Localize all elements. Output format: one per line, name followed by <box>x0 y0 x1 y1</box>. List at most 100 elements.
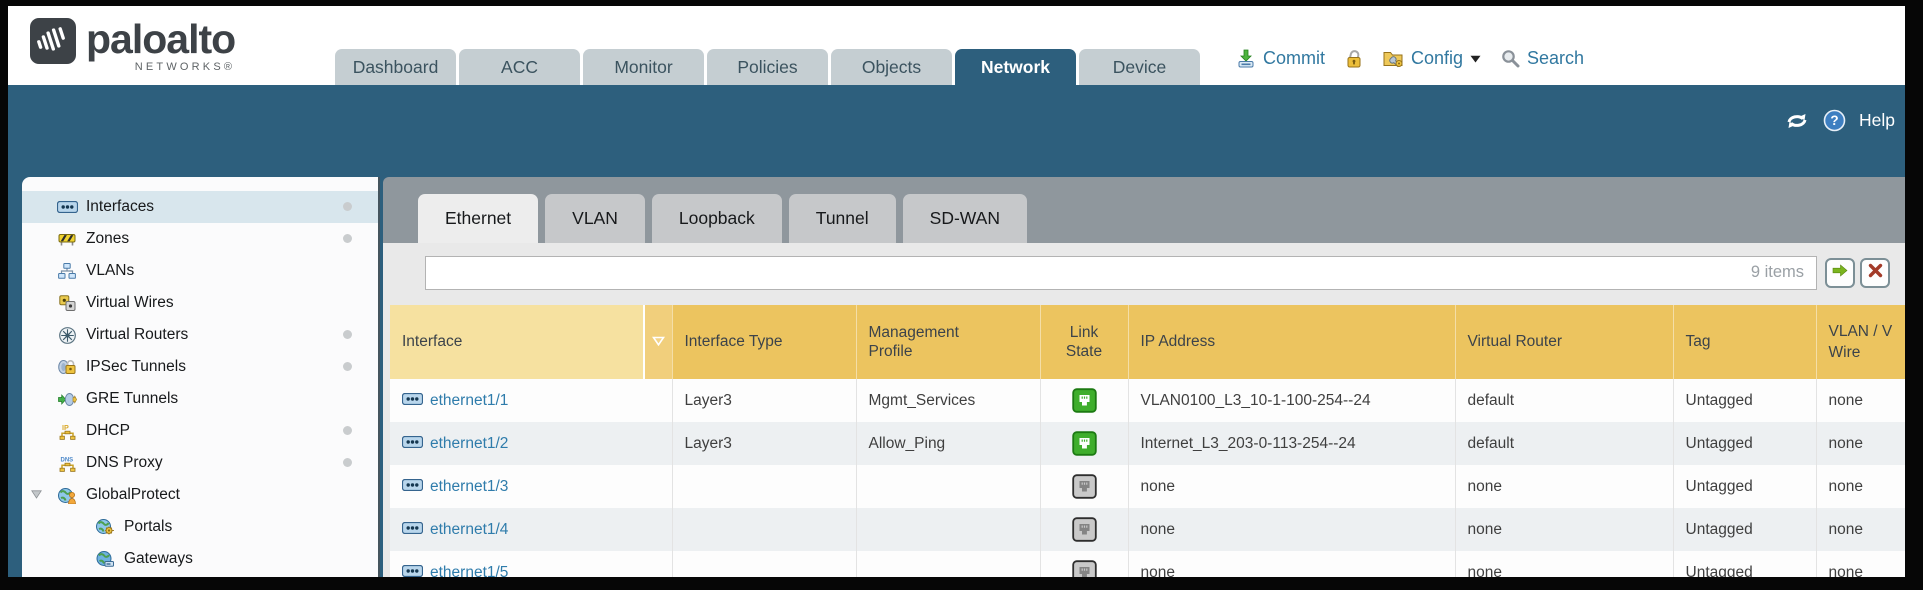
interface-link[interactable]: ethernet1/1 <box>430 392 508 410</box>
commit-button[interactable]: Commit <box>1263 48 1325 69</box>
ip-address-cell: Internet_L3_203-0-113-254--24 <box>1128 422 1455 465</box>
sidebar-item-interfaces[interactable]: Interfaces <box>22 191 378 223</box>
caret-down-icon[interactable] <box>1470 55 1481 63</box>
clear-filter-button[interactable] <box>1860 258 1890 288</box>
interface-type-cell <box>672 465 856 508</box>
content-area: 9 items Interface Interface Type M <box>383 243 1905 577</box>
tab-monitor[interactable]: Monitor <box>583 49 704 85</box>
sort-dropdown-cell[interactable] <box>644 305 672 379</box>
management-profile-cell <box>856 551 1040 577</box>
subtab-sd-wan[interactable]: SD-WAN <box>903 194 1027 243</box>
link-down-icon <box>1072 517 1097 542</box>
item-dot <box>343 234 352 243</box>
paloalto-logo: paloalto NETWORKS® <box>30 18 235 73</box>
sidebar-item-gateways[interactable]: Gateways <box>22 543 378 575</box>
tab-device[interactable]: Device <box>1079 49 1200 85</box>
config-icon[interactable] <box>1383 49 1404 68</box>
column-header-ip-address[interactable]: IP Address <box>1128 305 1455 379</box>
item-dot <box>343 330 352 339</box>
link-up-icon <box>1072 431 1097 456</box>
column-header-interface[interactable]: Interface <box>390 305 644 379</box>
tab-policies[interactable]: Policies <box>707 49 828 85</box>
sidebar-item-label: VLANs <box>86 262 134 280</box>
svg-text:IP: IP <box>62 423 69 432</box>
go-arrow-icon <box>1832 264 1848 282</box>
link-down-icon <box>1072 560 1097 577</box>
subtab-tunnel[interactable]: Tunnel <box>789 194 896 243</box>
sidebar-item-virtual-routers[interactable]: Virtual Routers <box>22 319 378 351</box>
sidebar-item-label: Interfaces <box>86 198 154 216</box>
globalprotect-icon <box>56 487 78 504</box>
sidebar-item-gre-tunnels[interactable]: GRE Tunnels <box>22 383 378 415</box>
tab-acc[interactable]: ACC <box>459 49 580 85</box>
expander-down-icon[interactable] <box>31 490 42 499</box>
item-dot <box>343 362 352 371</box>
tag-cell: Untagged <box>1673 422 1816 465</box>
subtab-loopback[interactable]: Loopback <box>652 194 782 243</box>
column-header-vlan-virtual-wire[interactable]: VLAN / V Wire <box>1816 305 1905 379</box>
column-header-tag[interactable]: Tag <box>1673 305 1816 379</box>
item-dot <box>343 458 352 467</box>
interface-cell: ethernet1/2 <box>390 422 672 465</box>
sidebar-item-globalprotect[interactable]: GlobalProtect <box>22 479 378 511</box>
brand-name: paloalto <box>86 18 235 60</box>
zones-icon <box>56 232 78 247</box>
interface-link[interactable]: ethernet1/5 <box>430 564 508 578</box>
column-header-interface-type[interactable]: Interface Type <box>672 305 856 379</box>
paloalto-logo-icon <box>30 18 76 64</box>
sidebar-item-dns-proxy[interactable]: DNSDNS Proxy <box>22 447 378 479</box>
sidebar-item-label: DHCP <box>86 422 130 440</box>
top-bar: paloalto NETWORKS® DashboardACCMonitorPo… <box>8 6 1905 85</box>
interface-link[interactable]: ethernet1/4 <box>430 521 508 539</box>
vlans-icon <box>56 263 78 279</box>
link-state-cell <box>1040 551 1128 577</box>
tab-network[interactable]: Network <box>955 49 1076 85</box>
sidebar-item-label: DNS Proxy <box>86 454 163 472</box>
sidebar-item-dhcp[interactable]: IP DHCP <box>22 415 378 447</box>
tab-dashboard[interactable]: Dashboard <box>335 49 456 85</box>
apply-filter-button[interactable] <box>1825 258 1855 288</box>
sidebar-item-portals[interactable]: Portals <box>22 511 378 543</box>
sidebar-item-ipsec-tunnels[interactable]: IPSec Tunnels <box>22 351 378 383</box>
link-up-icon <box>1072 388 1097 413</box>
screenshot-frame: paloalto NETWORKS® DashboardACCMonitorPo… <box>0 0 1923 590</box>
lock-icon[interactable] <box>1345 49 1363 68</box>
management-profile-cell: Allow_Ping <box>856 422 1040 465</box>
interface-link[interactable]: ethernet1/3 <box>430 478 508 496</box>
sidebar-item-vlans[interactable]: VLANs <box>22 255 378 287</box>
sidebar-item-label: Gateways <box>124 550 193 568</box>
subtab-vlan[interactable]: VLAN <box>545 194 645 243</box>
column-header-management-profile[interactable]: Management Profile <box>856 305 1040 379</box>
subtab-ethernet[interactable]: Ethernet <box>418 194 538 243</box>
search-icon[interactable] <box>1501 49 1520 68</box>
ip-address-cell: VLAN0100_L3_10-1-100-254--24 <box>1128 379 1455 422</box>
tag-cell: Untagged <box>1673 379 1816 422</box>
toolbar-right: ? Help <box>1784 109 1895 132</box>
link-state-cell <box>1040 422 1128 465</box>
help-link[interactable]: Help <box>1859 110 1895 131</box>
sidebar-item-zones[interactable]: Zones <box>22 223 378 255</box>
column-header-link-state[interactable]: Link State <box>1040 305 1128 379</box>
sidebar-item-virtual-wires[interactable]: Virtual Wires <box>22 287 378 319</box>
interface-link[interactable]: ethernet1/2 <box>430 435 508 453</box>
help-icon[interactable]: ? <box>1823 109 1846 132</box>
management-profile-cell <box>856 508 1040 551</box>
virtual-routers-icon <box>56 327 78 344</box>
ipsec-tunnels-icon <box>56 359 78 375</box>
interfaces-table: Interface Interface Type Management Prof… <box>390 305 1905 577</box>
search-button[interactable]: Search <box>1527 48 1584 69</box>
tag-cell: Untagged <box>1673 508 1816 551</box>
config-button[interactable]: Config <box>1411 48 1463 69</box>
interfaces-icon <box>402 521 423 539</box>
tab-objects[interactable]: Objects <box>831 49 952 85</box>
filter-input[interactable] <box>426 257 1816 289</box>
virtual-router-cell: none <box>1455 551 1673 577</box>
ip-address-cell: none <box>1128 508 1455 551</box>
commit-icon[interactable] <box>1236 49 1256 68</box>
interfaces-icon <box>402 478 423 496</box>
refresh-icon[interactable] <box>1784 112 1810 130</box>
column-header-virtual-router[interactable]: Virtual Router <box>1455 305 1673 379</box>
gre-tunnels-icon <box>56 392 78 407</box>
link-state-cell <box>1040 465 1128 508</box>
tag-cell: Untagged <box>1673 465 1816 508</box>
